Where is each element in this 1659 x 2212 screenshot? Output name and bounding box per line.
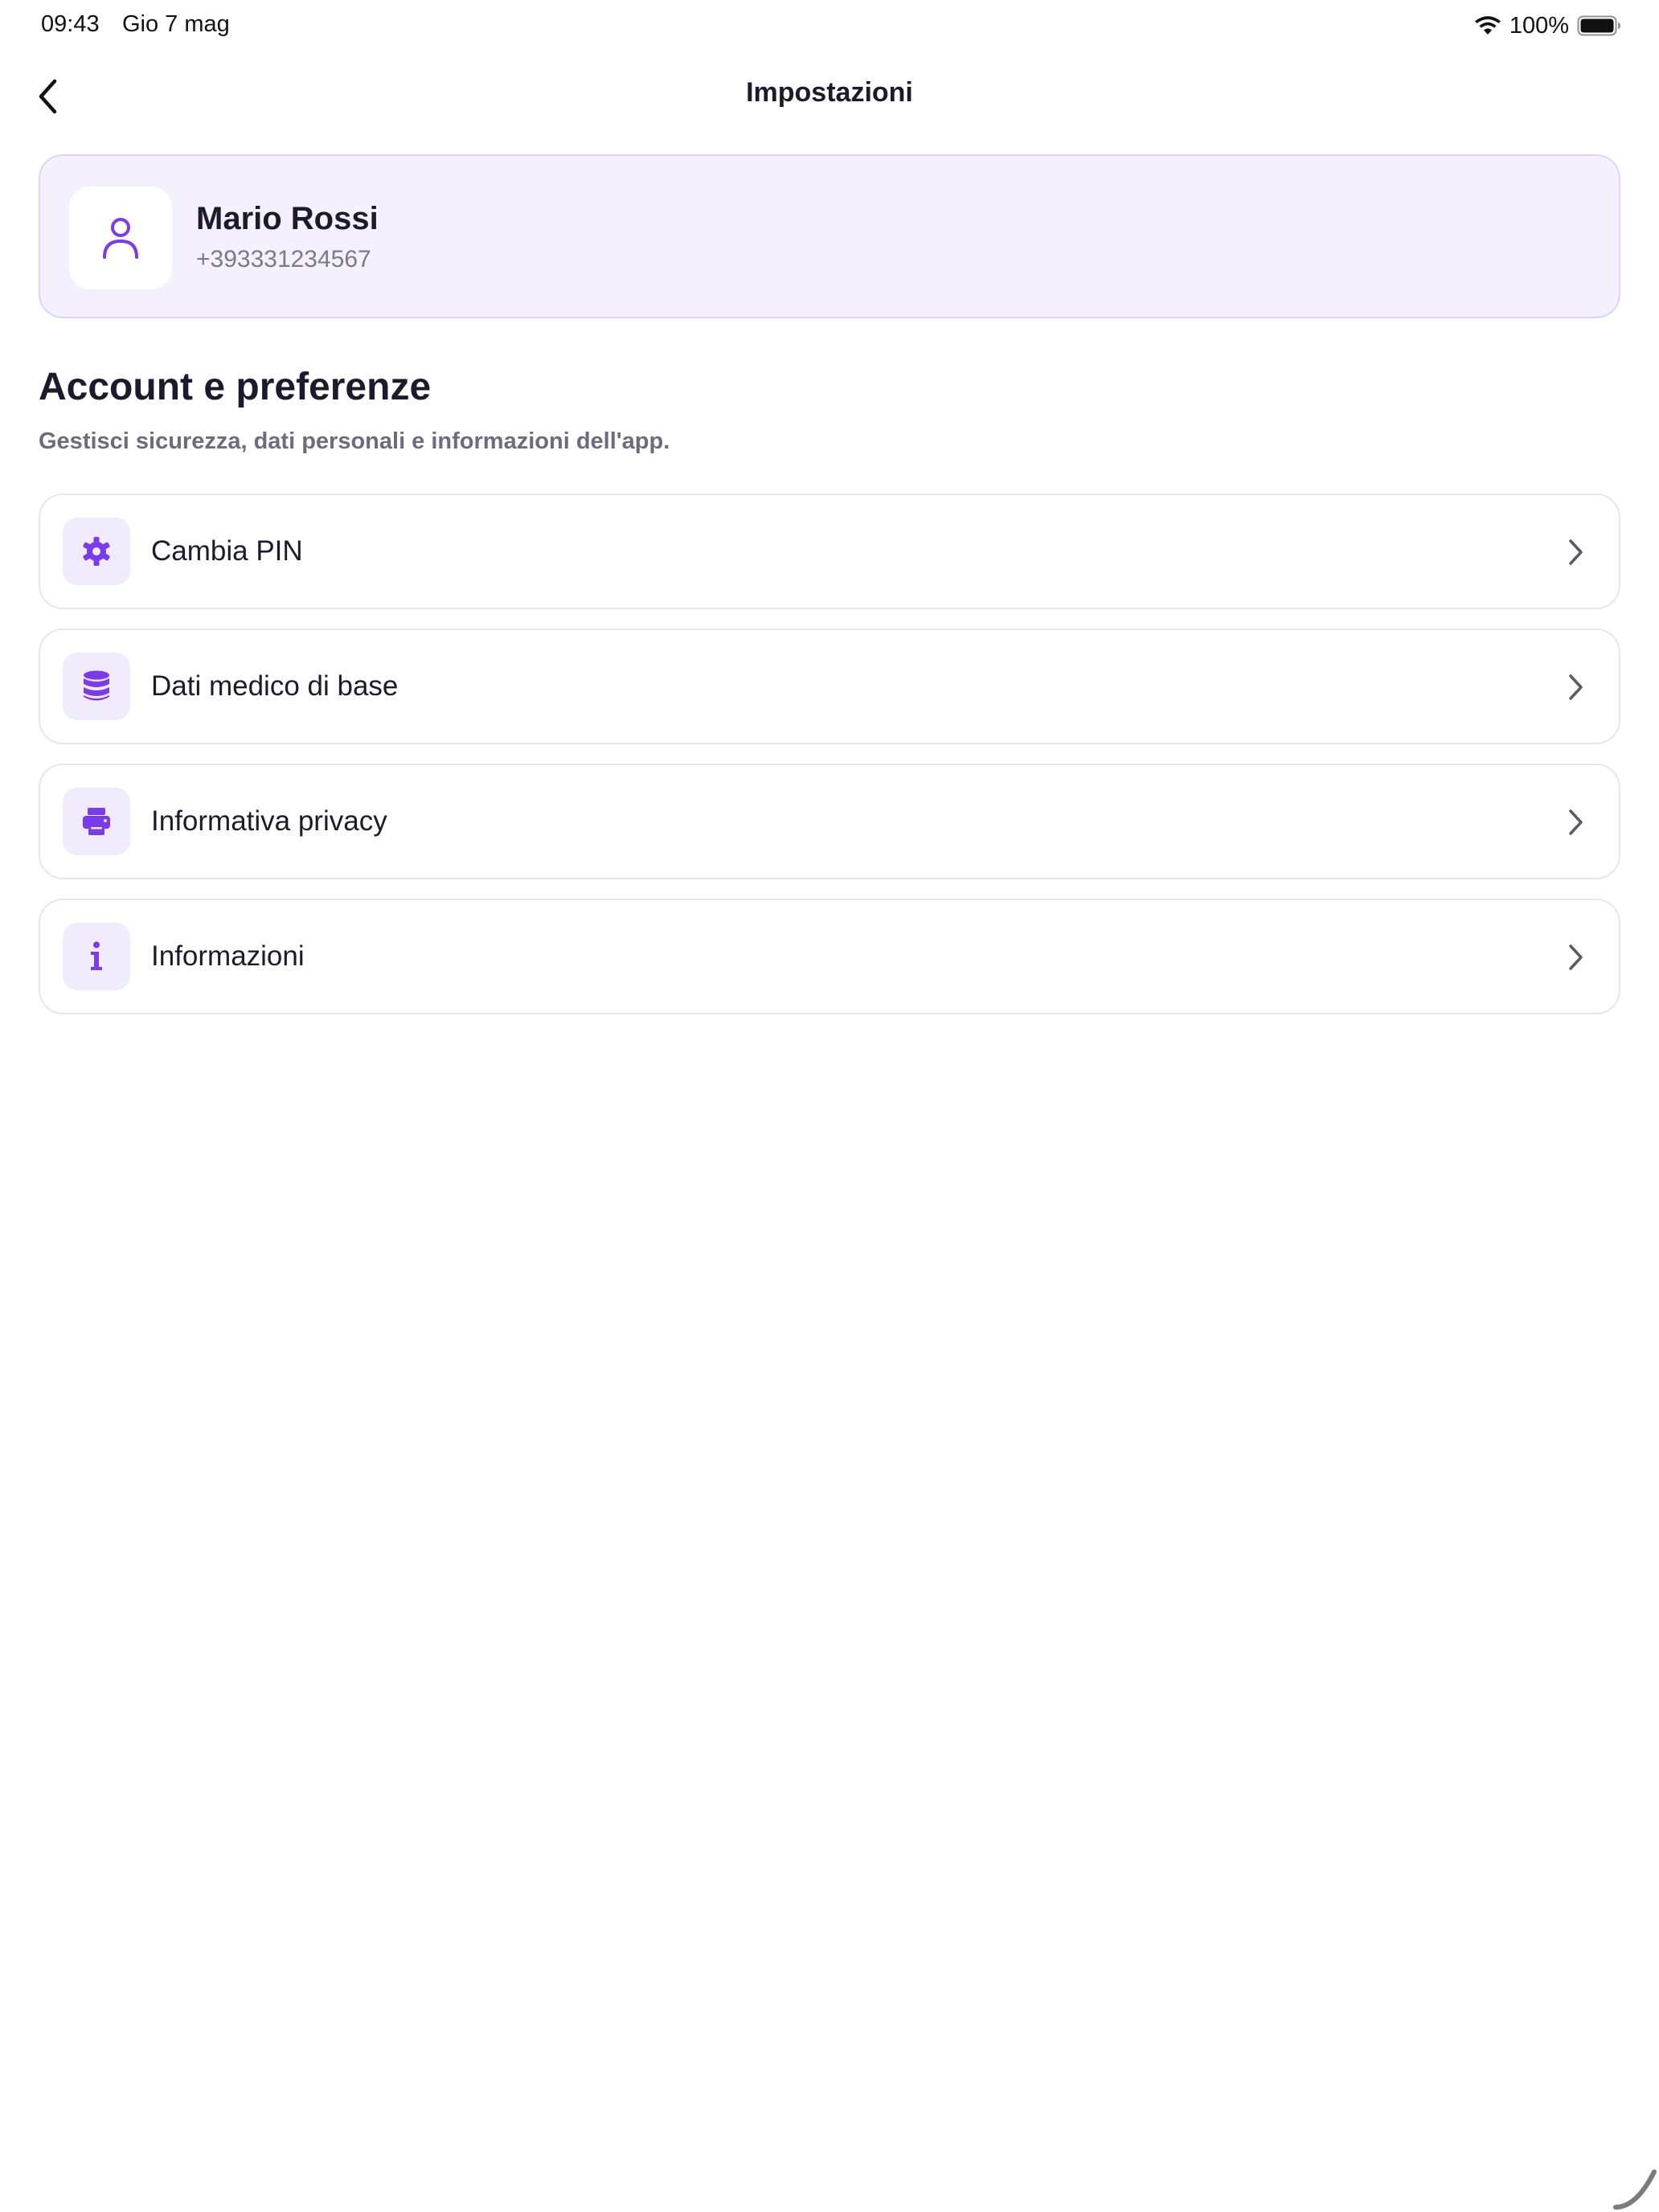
gear-icon (83, 537, 110, 566)
settings-item-label: Informativa privacy (151, 805, 387, 837)
info-icon (91, 941, 102, 970)
user-icon (103, 218, 138, 259)
item-icon-box (63, 653, 130, 720)
wifi-icon (1474, 16, 1501, 35)
section-title: Account e preferenze (39, 366, 432, 408)
chevron-right-icon (1569, 944, 1583, 970)
database-icon (84, 670, 109, 701)
chevron-right-icon (1569, 539, 1583, 565)
settings-item-doctor-data[interactable]: Dati medico di base (39, 629, 1620, 744)
settings-item-label: Informazioni (151, 940, 305, 972)
settings-item-information[interactable]: Informazioni (39, 899, 1620, 1014)
settings-item-change-pin[interactable]: Cambia PIN (39, 494, 1620, 609)
item-icon-box (63, 518, 130, 585)
settings-item-privacy-policy[interactable]: Informativa privacy (39, 764, 1620, 879)
battery-percentage: 100% (1509, 12, 1569, 39)
page-title: Impostazioni (746, 77, 913, 108)
profile-phone: +393331234567 (196, 246, 371, 272)
item-icon-box (63, 923, 130, 990)
corner-gesture-icon[interactable] (1612, 2165, 1657, 2210)
battery-icon (1577, 15, 1620, 36)
profile-card: Mario Rossi +393331234567 (39, 154, 1620, 318)
status-time: 09:43 (41, 11, 100, 37)
printer-icon (83, 808, 110, 835)
chevron-right-icon (1569, 674, 1583, 700)
status-date: Gio 7 mag (122, 11, 230, 37)
avatar (69, 186, 172, 289)
profile-name: Mario Rossi (196, 201, 379, 236)
settings-item-label: Dati medico di base (151, 670, 399, 702)
item-icon-box (63, 788, 130, 855)
settings-item-label: Cambia PIN (151, 535, 303, 567)
status-bar: 09:43 Gio 7 mag 100% (0, 0, 1659, 51)
chevron-right-icon (1569, 809, 1583, 835)
status-indicators: 100% (1474, 11, 1622, 40)
section-subtitle: Gestisci sicurezza, dati personali e inf… (39, 428, 670, 454)
